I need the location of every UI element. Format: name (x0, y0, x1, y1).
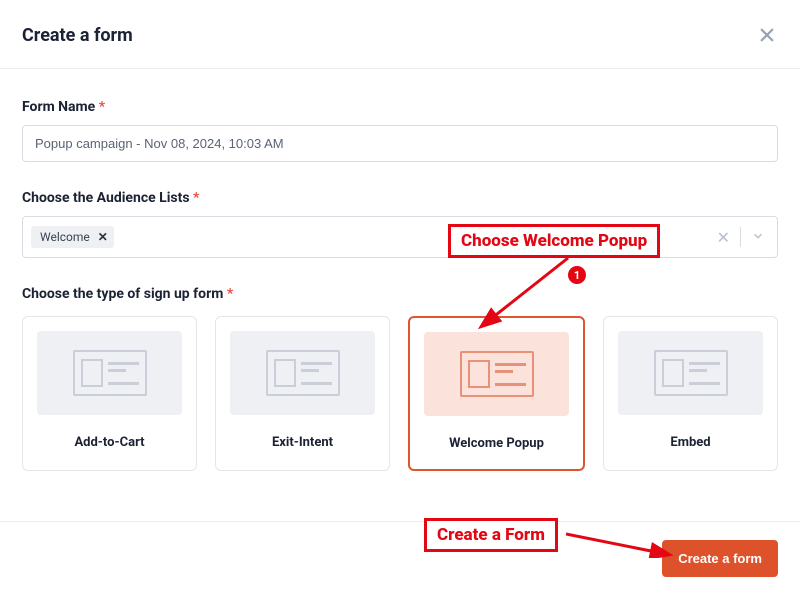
preview-thumbnail-icon (654, 350, 728, 396)
audience-lists-label-text: Choose the Audience Lists (22, 190, 190, 206)
modal-header: Create a form (0, 0, 800, 69)
create-form-button[interactable]: Create a form (662, 540, 778, 577)
remove-tag-icon[interactable]: ✕ (98, 230, 108, 244)
dropdown-toggle[interactable] (751, 228, 765, 247)
modal-title: Create a form (22, 25, 133, 46)
chevron-down-icon (751, 229, 765, 243)
separator (740, 227, 741, 247)
audience-lists-select[interactable]: Welcome ✕ ✕ (22, 216, 778, 258)
card-add-to-cart[interactable]: Add-to-Cart (22, 316, 197, 471)
audience-tag-label: Welcome (40, 230, 90, 244)
form-type-label: Choose the type of sign up form * (22, 286, 778, 302)
card-preview (618, 331, 763, 415)
preview-thumbnail-icon (73, 350, 147, 396)
card-preview (230, 331, 375, 415)
card-welcome-popup[interactable]: Welcome Popup (408, 316, 585, 471)
card-label: Exit-Intent (272, 435, 333, 450)
form-type-field: Choose the type of sign up form * Add-to… (22, 286, 778, 471)
annotation-badge-1: 1 (568, 266, 586, 284)
close-icon (758, 26, 776, 44)
modal-body: Form Name * Choose the Audience Lists * … (0, 69, 800, 491)
form-name-input[interactable] (22, 125, 778, 162)
modal-footer: Create a form (0, 521, 800, 595)
form-name-field: Form Name * (22, 99, 778, 162)
form-type-cards: Add-to-Cart Exit-Intent (22, 316, 778, 471)
preview-thumbnail-icon (460, 351, 534, 397)
create-form-modal: Create a form Form Name * Choose the Aud… (0, 0, 800, 595)
annotation-create-form: Create a Form (424, 518, 558, 552)
annotation-choose-popup: Choose Welcome Popup (448, 224, 660, 258)
card-preview (37, 331, 182, 415)
required-asterisk: * (99, 99, 105, 115)
audience-lists-field: Choose the Audience Lists * Welcome ✕ ✕ (22, 190, 778, 258)
card-label: Welcome Popup (449, 436, 544, 451)
card-label: Embed (670, 435, 710, 450)
form-name-label-text: Form Name (22, 99, 95, 115)
audience-lists-label: Choose the Audience Lists * (22, 190, 778, 206)
multiselect-controls: ✕ (717, 227, 769, 247)
card-exit-intent[interactable]: Exit-Intent (215, 316, 390, 471)
form-name-label: Form Name * (22, 99, 778, 115)
card-label: Add-to-Cart (74, 435, 144, 450)
required-asterisk: * (193, 190, 199, 206)
close-button[interactable] (756, 24, 778, 46)
required-asterisk: * (227, 286, 233, 302)
clear-all-icon[interactable]: ✕ (717, 228, 730, 247)
audience-tag: Welcome ✕ (31, 226, 114, 248)
form-type-label-text: Choose the type of sign up form (22, 286, 223, 302)
card-embed[interactable]: Embed (603, 316, 778, 471)
card-preview (424, 332, 569, 416)
preview-thumbnail-icon (266, 350, 340, 396)
